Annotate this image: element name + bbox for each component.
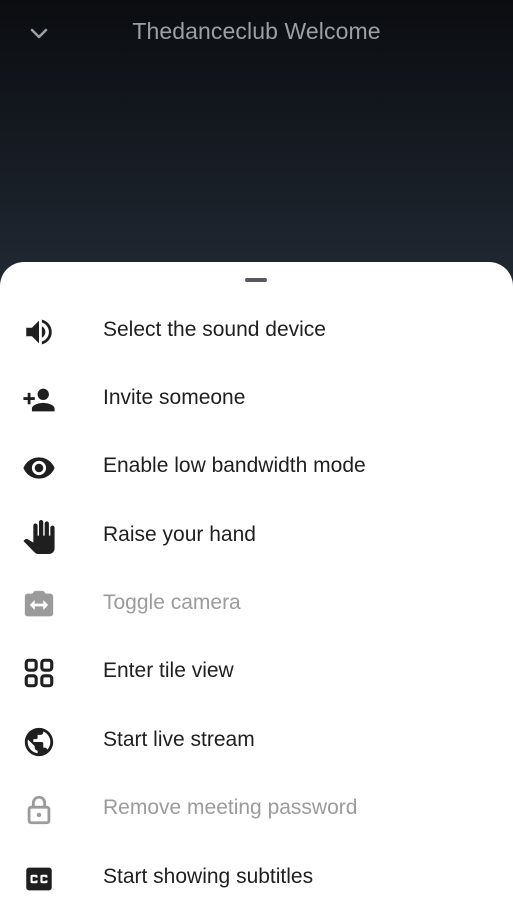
menu-item-invite-someone[interactable]: Invite someone [0,365,513,433]
menu-item-label: Raise your hand [103,523,256,546]
globe-icon [22,725,56,759]
closed-captions-icon [22,862,56,896]
menu-item-label: Start live stream [103,728,255,751]
hand-icon [22,520,56,554]
menu-item-low-bandwidth[interactable]: Enable low bandwidth mode [0,433,513,501]
lock-icon [22,793,56,827]
menu-item-label: Select the sound device [103,318,326,341]
menu-item-label: Enable low bandwidth mode [103,454,366,477]
switch-camera-icon [22,588,56,622]
eye-icon [22,451,56,485]
top-bar: Thedanceclub Welcome [0,0,513,290]
speaker-icon [22,315,56,349]
menu-item-label: Start showing subtitles [103,865,314,888]
menu-item-raise-hand[interactable]: Raise your hand [0,502,513,570]
menu-item-label: Enter tile view [103,659,234,682]
menu-item-toggle-camera[interactable]: Toggle camera [0,570,513,638]
menu-item-tile-view[interactable]: Enter tile view [0,638,513,706]
person-add-icon [22,383,56,417]
menu-item-label: Toggle camera [103,591,241,614]
menu-item-remove-password[interactable]: Remove meeting password [0,775,513,843]
menu-item-label: Invite someone [103,386,246,409]
drag-handle[interactable] [245,278,267,282]
menu-item-live-stream[interactable]: Start live stream [0,707,513,775]
menu-item-subtitles[interactable]: Start showing subtitles [0,844,513,912]
meeting-title: Thedanceclub Welcome [132,18,381,44]
tile-view-icon [22,656,56,690]
overflow-menu-sheet: Select the sound device Invite someone E… [0,262,513,912]
menu-item-select-sound-device[interactable]: Select the sound device [0,297,513,365]
menu-item-label: Remove meeting password [103,796,358,819]
